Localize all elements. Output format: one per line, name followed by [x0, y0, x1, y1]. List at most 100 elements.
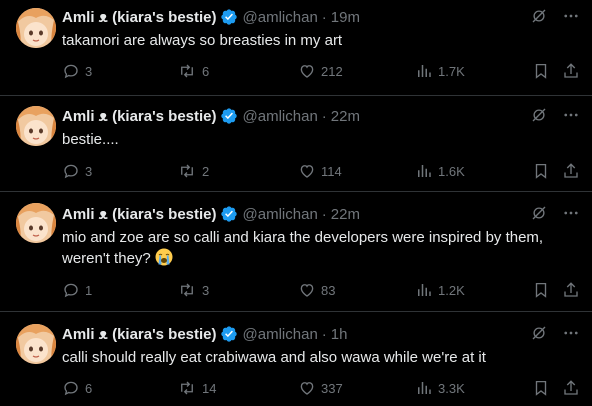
grok-icon[interactable]	[530, 106, 548, 129]
share-button[interactable]	[562, 61, 580, 81]
author-handle[interactable]: @amlichan	[243, 108, 318, 125]
views-icon	[418, 65, 431, 77]
like-button[interactable]: 83	[298, 280, 335, 300]
like-button[interactable]: 114	[298, 161, 342, 181]
author-name[interactable]: Amli ᴥ (kiara's bestie)	[62, 108, 217, 125]
tweet[interactable]: Amli ᴥ (kiara's bestie) @amlichan · 22m …	[0, 192, 592, 312]
verified-badge-icon	[220, 205, 238, 223]
repost-count: 2	[202, 163, 210, 179]
avatar-image	[16, 203, 56, 243]
tweet-text: mio and zoe are so calli and kiara the d…	[62, 229, 544, 267]
bookmark-icon	[535, 163, 547, 179]
bookmark-button[interactable]	[532, 378, 550, 398]
bookmark-icon	[535, 380, 547, 396]
views-count: 1.2K	[438, 282, 465, 298]
share-icon	[564, 380, 578, 395]
repost-button[interactable]: 2	[177, 161, 209, 181]
avatar[interactable]	[16, 324, 56, 364]
repost-count: 6	[202, 63, 210, 79]
tweet-time[interactable]: 1h	[331, 326, 348, 343]
tweet-header: Amli ᴥ (kiara's bestie) @amlichan · 22m	[62, 107, 360, 125]
more-options-icon[interactable]	[562, 324, 580, 347]
avatar[interactable]	[16, 106, 56, 146]
bookmark-button[interactable]	[532, 280, 550, 300]
reply-icon	[64, 64, 78, 79]
tweet-actions: 3 2 114 1.6K	[62, 161, 580, 181]
bookmark-button[interactable]	[532, 161, 550, 181]
repost-icon	[181, 164, 193, 178]
reply-icon	[64, 283, 78, 298]
repost-button[interactable]: 3	[177, 280, 209, 300]
like-count: 337	[321, 380, 343, 396]
heart-icon	[300, 284, 314, 297]
repost-count: 14	[202, 380, 217, 396]
reply-button[interactable]: 3	[62, 61, 92, 81]
repost-button[interactable]: 6	[177, 61, 209, 81]
share-button[interactable]	[562, 378, 580, 398]
tweet-time[interactable]: 22m	[331, 206, 360, 223]
reply-button[interactable]: 1	[62, 280, 92, 300]
views-button[interactable]: 1.2K	[415, 280, 465, 300]
author-name[interactable]: Amli ᴥ (kiara's bestie)	[62, 9, 217, 26]
like-button[interactable]: 337	[298, 378, 343, 398]
author-name[interactable]: Amli ᴥ (kiara's bestie)	[62, 206, 217, 223]
views-count: 3.3K	[438, 380, 465, 396]
share-icon	[564, 63, 578, 78]
reply-count: 3	[85, 163, 93, 179]
bookmark-button[interactable]	[532, 61, 550, 81]
avatar[interactable]	[16, 203, 56, 243]
like-button[interactable]: 212	[298, 61, 343, 81]
reply-button[interactable]: 3	[62, 161, 92, 181]
views-count: 1.6K	[438, 163, 465, 179]
repost-icon	[181, 64, 193, 78]
verified-badge-icon	[220, 107, 238, 125]
author-handle[interactable]: @amlichan	[243, 206, 318, 223]
share-button[interactable]	[562, 161, 580, 181]
tweet[interactable]: Amli ᴥ (kiara's bestie) @amlichan · 19m …	[0, 0, 592, 96]
more-options-icon[interactable]	[562, 204, 580, 227]
more-options-icon[interactable]	[562, 106, 580, 129]
grok-icon[interactable]	[530, 204, 548, 227]
tweet[interactable]: Amli ᴥ (kiara's bestie) @amlichan · 1h c…	[0, 312, 592, 406]
verified-badge-icon	[220, 325, 238, 343]
grok-icon[interactable]	[530, 324, 548, 347]
share-button[interactable]	[562, 280, 580, 300]
grok-icon[interactable]	[530, 7, 548, 30]
tweet-text: bestie....	[62, 131, 119, 148]
repost-icon	[181, 381, 193, 395]
tweet[interactable]: Amli ᴥ (kiara's bestie) @amlichan · 22m …	[0, 96, 592, 192]
reply-count: 6	[85, 380, 93, 396]
views-icon	[418, 165, 431, 177]
loudly-crying-face-icon	[155, 248, 173, 266]
views-button[interactable]: 1.6K	[415, 161, 465, 181]
reply-button[interactable]: 6	[62, 378, 92, 398]
like-count: 212	[321, 63, 343, 79]
more-options-icon[interactable]	[562, 7, 580, 30]
tweet-header: Amli ᴥ (kiara's bestie) @amlichan · 19m	[62, 8, 360, 26]
tweet-actions: 1 3 83 1.2K	[62, 280, 580, 300]
timeline-feed: Amli ᴥ (kiara's bestie) @amlichan · 19m …	[0, 0, 592, 406]
author-handle[interactable]: @amlichan	[243, 9, 318, 26]
tweet-header: Amli ᴥ (kiara's bestie) @amlichan · 1h	[62, 325, 348, 343]
tweet-actions: 3 6 212 1.7K	[62, 61, 580, 81]
reply-icon	[64, 381, 78, 396]
repost-count: 3	[202, 282, 210, 298]
heart-icon	[300, 382, 314, 395]
heart-icon	[300, 65, 314, 78]
views-button[interactable]: 1.7K	[415, 61, 465, 81]
reply-count: 1	[85, 282, 93, 298]
repost-button[interactable]: 14	[177, 378, 216, 398]
tweet-text: calli should really eat crabiwawa and al…	[62, 349, 486, 366]
bookmark-icon	[535, 63, 547, 79]
bookmark-icon	[535, 282, 547, 298]
verified-badge-icon	[220, 8, 238, 26]
tweet-header: Amli ᴥ (kiara's bestie) @amlichan · 22m	[62, 205, 360, 223]
tweet-text: takamori are always so breasties in my a…	[62, 32, 343, 49]
tweet-time[interactable]: 19m	[331, 9, 360, 26]
reply-icon	[64, 164, 78, 179]
tweet-time[interactable]: 22m	[331, 108, 360, 125]
avatar[interactable]	[16, 8, 56, 48]
author-handle[interactable]: @amlichan	[243, 326, 318, 343]
views-button[interactable]: 3.3K	[415, 378, 465, 398]
author-name[interactable]: Amli ᴥ (kiara's bestie)	[62, 326, 217, 343]
